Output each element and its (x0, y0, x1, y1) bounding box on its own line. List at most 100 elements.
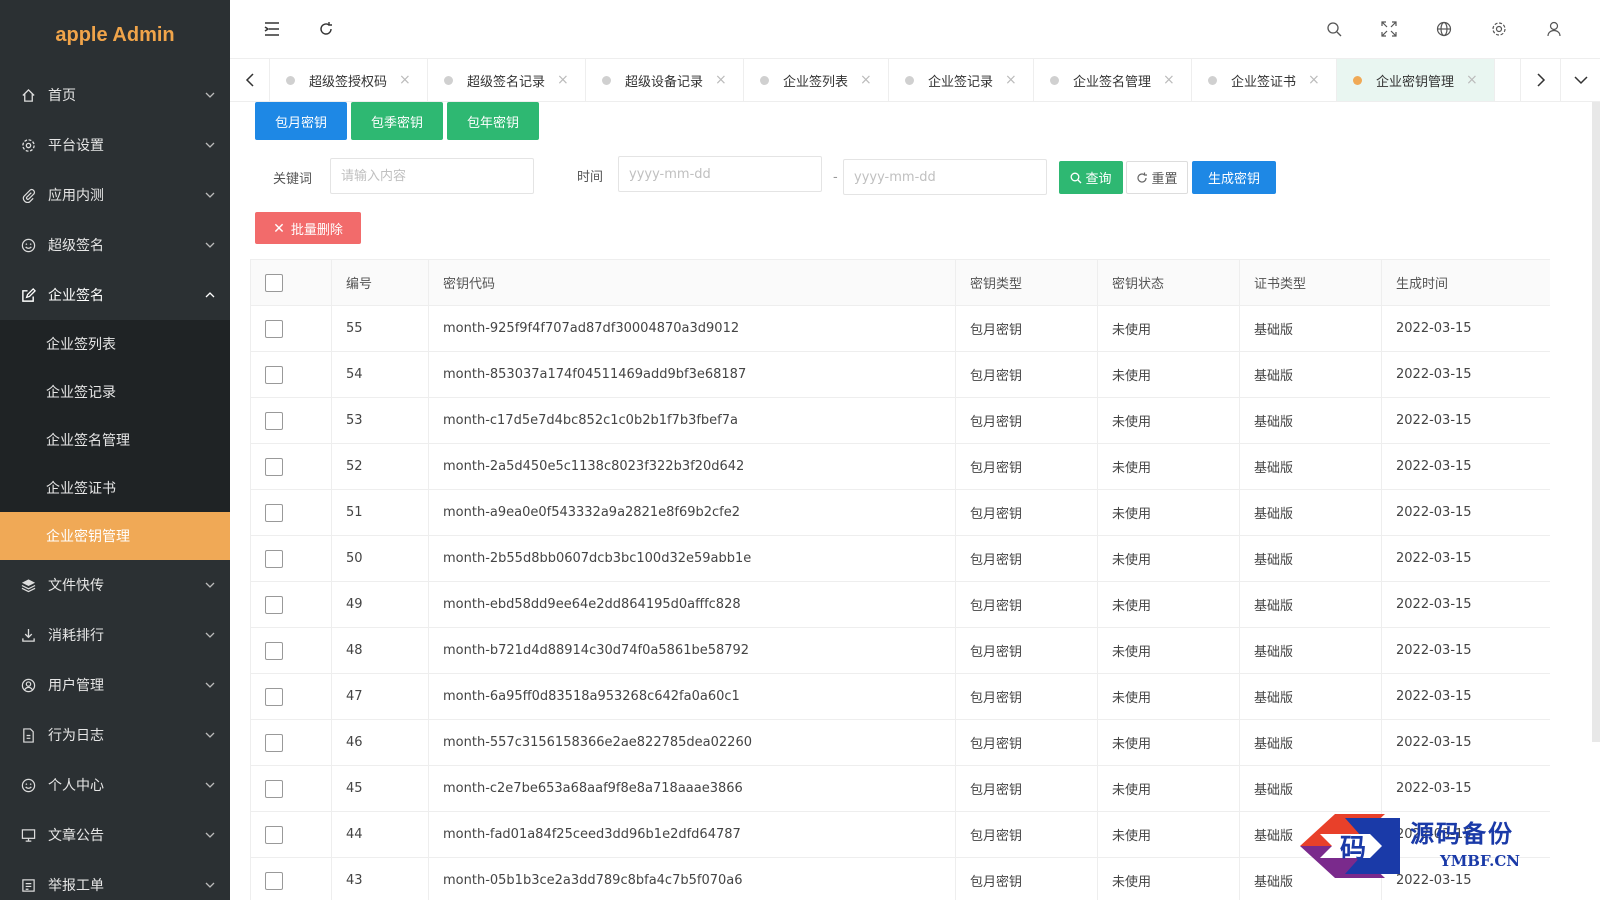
tab-label: 企业签记录 (928, 74, 994, 90)
close-icon[interactable]: × (399, 72, 411, 88)
table-cell: month-b721d4d88914c30d74f0a5861be58792 (428, 627, 956, 674)
chevron-down-icon (204, 679, 216, 691)
sidebar-item[interactable]: 文章公告 (0, 810, 230, 860)
row-checkbox[interactable] (265, 871, 283, 890)
close-icon[interactable]: × (1005, 72, 1017, 88)
gear-icon[interactable] (1489, 19, 1509, 39)
row-checkbox[interactable] (265, 365, 283, 384)
row-checkbox[interactable] (265, 641, 283, 660)
monthly-key-button[interactable]: 包月密钥 (255, 102, 347, 140)
close-icon[interactable]: × (1163, 72, 1175, 88)
tab[interactable]: 超级设备记录 × (586, 59, 744, 101)
close-icon: ✕ (273, 219, 285, 236)
yearly-key-button[interactable]: 包年密钥 (447, 102, 539, 140)
date-end-input[interactable] (843, 159, 1047, 195)
row-checkbox[interactable] (265, 411, 283, 430)
sidebar-subitem[interactable]: 企业签记录 (0, 368, 230, 416)
sidebar-item[interactable]: 文件快传 (0, 560, 230, 610)
date-start-input[interactable] (618, 156, 822, 192)
generate-key-button[interactable]: 生成密钥 (1192, 161, 1276, 194)
tab-status-dot (1353, 75, 1362, 85)
row-checkbox[interactable] (265, 503, 283, 522)
column-header[interactable]: 证书类型 (1239, 259, 1382, 306)
row-checkbox[interactable] (265, 549, 283, 568)
sidebar-item[interactable]: 用户管理 (0, 660, 230, 710)
sidebar-item[interactable]: 消耗排行 (0, 610, 230, 660)
batch-delete-button[interactable]: ✕ 批量删除 (255, 212, 361, 244)
table-cell: 54 (331, 351, 429, 398)
column-header[interactable]: 密钥代码 (428, 259, 956, 306)
batch-delete-label: 批量删除 (290, 221, 343, 237)
sidebar-item[interactable]: 个人中心 (0, 760, 230, 810)
sidebar-item[interactable]: 超级签名 (0, 220, 230, 270)
search-icon[interactable] (1324, 19, 1344, 39)
table-cell: month-557c3156158366e2ae822785dea02260 (428, 719, 956, 766)
tab-scroll-left-button[interactable] (230, 59, 270, 101)
sidebar-item[interactable]: 应用内测 (0, 170, 230, 220)
quarterly-key-button[interactable]: 包季密钥 (351, 102, 443, 140)
close-icon[interactable]: × (1308, 72, 1320, 88)
tab[interactable]: 企业签名管理 × (1034, 59, 1192, 101)
tab-label: 超级签名记录 (467, 74, 546, 90)
menu-fold-icon[interactable] (262, 19, 282, 39)
sidebar-item[interactable]: 平台设置 (0, 120, 230, 170)
sidebar-item[interactable]: 举报工单 (0, 860, 230, 900)
close-icon[interactable]: × (1466, 72, 1478, 88)
keyword-input[interactable] (330, 158, 534, 194)
sidebar-subitem[interactable]: 企业签证书 (0, 464, 230, 512)
select-all-checkbox[interactable] (265, 273, 283, 292)
refresh-icon[interactable] (316, 19, 336, 39)
user-icon[interactable] (1544, 19, 1564, 39)
row-checkbox[interactable] (265, 779, 283, 798)
close-icon[interactable]: × (557, 72, 569, 88)
reset-button[interactable]: 重置 (1126, 161, 1188, 194)
tab[interactable]: 超级签名记录 × (428, 59, 586, 101)
table-cell: 包月密钥 (955, 673, 1098, 720)
table-cell: 2022-03-15 (1381, 581, 1550, 628)
tab-scroll-right-button[interactable] (1520, 59, 1560, 101)
fullscreen-icon[interactable] (1379, 19, 1399, 39)
close-icon[interactable]: × (715, 72, 727, 88)
tab[interactable]: 企业签记录 × (889, 59, 1034, 101)
sidebar-subitem[interactable]: 企业签列表 (0, 320, 230, 368)
sidebar-subitem[interactable]: 企业密钥管理 (0, 512, 230, 560)
row-checkbox[interactable] (265, 595, 283, 614)
tab[interactable]: 超级签授权码 × (270, 59, 428, 101)
row-checkbox[interactable] (265, 319, 283, 338)
column-header[interactable]: 生成时间 (1381, 259, 1550, 306)
tab-label: 企业密钥管理 (1376, 74, 1455, 90)
table-cell: 2022-03-15 (1381, 535, 1550, 582)
tab-menu-dropdown-button[interactable] (1560, 59, 1600, 101)
reset-button-label: 重置 (1151, 171, 1178, 186)
globe-icon[interactable] (1434, 19, 1454, 39)
table-cell: 52 (331, 443, 429, 490)
sidebar-item[interactable]: 企业签名 (0, 270, 230, 320)
column-header[interactable]: 编号 (331, 259, 429, 306)
table-row: 45 month-c2e7be653a68aaf9f8e8a718aaae3866… (250, 765, 1550, 812)
tab[interactable]: 企业密钥管理 × (1337, 59, 1495, 101)
column-header[interactable]: 密钥状态 (1097, 259, 1240, 306)
table-cell: 49 (331, 581, 429, 628)
sidebar-item-label: 平台设置 (48, 138, 104, 154)
sidebar-item[interactable]: 首页 (0, 70, 230, 120)
tab[interactable]: 企业签列表 × (744, 59, 889, 101)
sidebar-subitem[interactable]: 企业签名管理 (0, 416, 230, 464)
row-checkbox[interactable] (265, 457, 283, 476)
tab[interactable]: 企业签证书 × (1192, 59, 1337, 101)
edit-icon (20, 287, 36, 303)
select-all-cell (250, 259, 332, 306)
filter-bar: 关键词 时间 - 查询 重置 生成密钥 (255, 156, 1355, 198)
column-header[interactable]: 密钥类型 (955, 259, 1098, 306)
page-scrollbar[interactable] (1592, 102, 1600, 742)
table-cell: 包月密钥 (955, 351, 1098, 398)
row-checkbox[interactable] (265, 687, 283, 706)
table-cell: 53 (331, 397, 429, 444)
table-cell: 2022-03-15 (1381, 397, 1550, 444)
close-icon[interactable]: × (860, 72, 872, 88)
row-checkbox[interactable] (265, 733, 283, 752)
query-button[interactable]: 查询 (1059, 161, 1123, 194)
table-cell: 包月密钥 (955, 765, 1098, 812)
sidebar-item[interactable]: 行为日志 (0, 710, 230, 760)
table-cell: 2022-03-15 (1381, 765, 1550, 812)
row-checkbox[interactable] (265, 825, 283, 844)
